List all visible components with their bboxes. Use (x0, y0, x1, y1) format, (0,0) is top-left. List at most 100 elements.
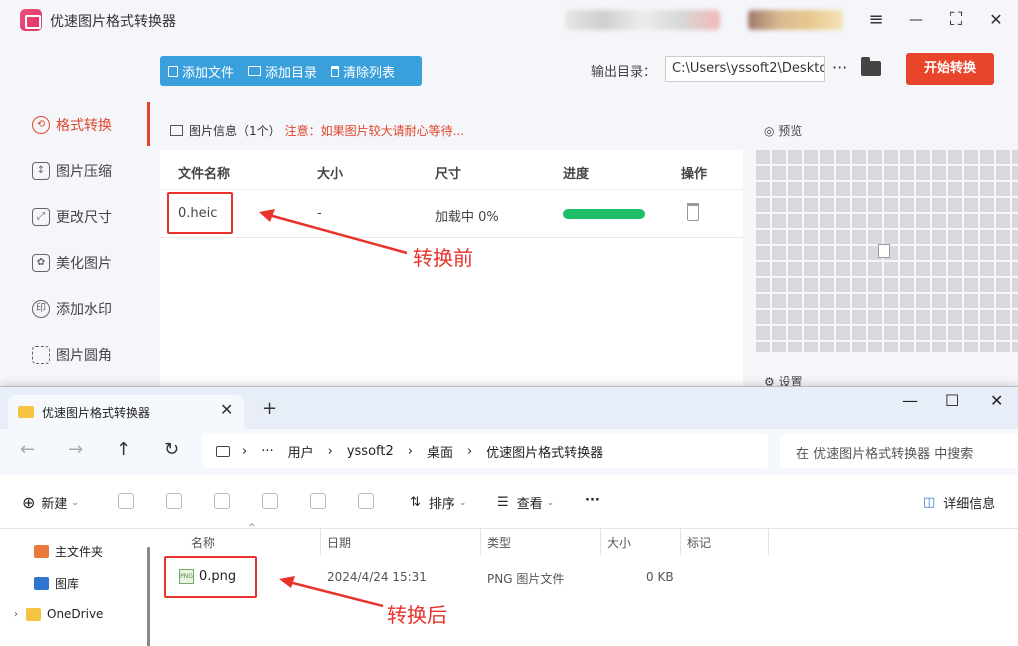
sidebar-item-label: 图片圆角 (56, 348, 112, 364)
sidebar-item-round-corner[interactable]: 图片圆角 (32, 343, 112, 367)
new-button[interactable]: ⊕ 新建 ⌄ (22, 493, 79, 512)
column-header-size[interactable]: 大小 (607, 534, 631, 551)
file-count: （1个） (237, 123, 281, 138)
close-tab-icon[interactable]: ✕ (220, 400, 233, 419)
column-divider[interactable] (600, 529, 601, 555)
breadcrumb-desktop[interactable]: 桌面 (427, 442, 453, 461)
table-row[interactable]: 0.heic - 加载中 0% (160, 190, 743, 238)
computer-icon (216, 445, 230, 457)
new-tab-button[interactable]: + (262, 398, 277, 419)
annotation-before: 转换前 (413, 246, 473, 270)
add-directory-label: 添加目录 (265, 65, 318, 81)
rename-icon[interactable] (262, 493, 278, 509)
image-icon (170, 124, 183, 136)
nav-pane-scrollbar[interactable] (147, 547, 150, 646)
view-button[interactable]: ☰ 查看 ⌄ (497, 493, 554, 512)
share-icon[interactable] (310, 493, 326, 509)
column-divider[interactable] (480, 529, 481, 555)
details-pane-icon: ◫ (923, 495, 936, 510)
maximize-button[interactable]: ⛶ (944, 8, 968, 32)
preview-title: ◎ 预览 (764, 124, 803, 138)
table-header: 文件名称 大小 尺寸 进度 操作 (160, 158, 743, 190)
sidebar-item-compress[interactable]: ↕ 图片压缩 (32, 159, 112, 183)
output-dir-input[interactable]: C:\Users\yssoft2\Deskto (665, 56, 825, 82)
column-header: 大小 (317, 167, 344, 182)
explorer-tab[interactable]: 优速图片格式转换器 ✕ (8, 395, 244, 429)
add-file-button[interactable]: 添加文件 (168, 62, 234, 81)
explorer-maximize-button[interactable]: ☐ (945, 391, 959, 410)
address-bar[interactable]: › ··· 用户 › yssoft2 › 桌面 › 优速图片格式转换器 (202, 434, 768, 468)
column-header-tags[interactable]: 标记 (687, 534, 711, 551)
column-header-type[interactable]: 类型 (487, 534, 511, 551)
preview-title-text: 预览 (778, 124, 803, 138)
explorer-close-button[interactable]: ✕ (990, 391, 1003, 410)
converter-app-window: 优速图片格式转换器 ≡ — ⛶ ✕ ⟲ 格式转换 ↕ 图片压缩 ⤢ 更改尺寸 ✿… (0, 0, 1018, 390)
up-arrow-icon[interactable]: ↑ (116, 439, 131, 460)
highlight-box-png (164, 556, 257, 598)
sidebar-item-watermark[interactable]: 印 添加水印 (32, 297, 112, 321)
plus-circle-icon: ⊕ (22, 493, 36, 512)
add-directory-button[interactable]: 添加目录 (248, 62, 317, 81)
sidebar-item-label: 更改尺寸 (56, 210, 112, 226)
breadcrumb-yssoft2[interactable]: yssoft2 (347, 444, 394, 459)
breadcrumb-separator: › (327, 443, 333, 459)
cut-icon[interactable] (118, 493, 134, 509)
column-divider[interactable] (680, 529, 681, 555)
copy-icon[interactable] (166, 493, 182, 509)
start-convert-button[interactable]: 开始转换 (906, 53, 994, 85)
file-type: PNG 图片文件 (487, 572, 565, 586)
breadcrumb-current-folder[interactable]: 优速图片格式转换器 (486, 442, 603, 461)
nav-item-home[interactable]: 主文件夹 (34, 543, 103, 560)
column-header-date[interactable]: 日期 (327, 534, 351, 551)
new-label: 新建 (41, 497, 68, 512)
delete-icon[interactable] (358, 493, 374, 509)
paste-icon[interactable] (214, 493, 230, 509)
explorer-command-bar: ⊕ 新建 ⌄ ⇅ 排序 ⌄ ☰ 查看 ⌄ ··· ◫ 详细信息 (0, 475, 1018, 529)
more-commands-button[interactable]: ··· (585, 493, 600, 508)
folder-outline-icon (248, 66, 262, 76)
sort-up-icon: ^ (248, 523, 256, 533)
search-input[interactable]: 在 优速图片格式转换器 中搜索 (780, 434, 1018, 468)
column-divider[interactable] (768, 529, 769, 555)
tab-title: 优速图片格式转换器 (42, 406, 151, 420)
blurred-user-info (565, 10, 720, 30)
arrow-after (279, 576, 384, 608)
breadcrumb-separator: › (407, 443, 413, 459)
sidebar-item-label: 美化图片 (56, 256, 112, 272)
sidebar-item-resize[interactable]: ⤢ 更改尺寸 (32, 205, 112, 229)
close-button[interactable]: ✕ (984, 8, 1008, 32)
minimize-button[interactable]: — (904, 8, 928, 32)
progress-bar (563, 209, 645, 219)
navigation-pane: 主文件夹 图库 › OneDrive (0, 529, 150, 646)
compress-icon: ↕ (32, 162, 50, 180)
sidebar-item-beautify[interactable]: ✿ 美化图片 (32, 251, 112, 275)
delete-icon[interactable] (687, 203, 699, 221)
format-convert-icon: ⟲ (32, 116, 50, 134)
breadcrumb-overflow[interactable]: ··· (261, 444, 273, 459)
column-divider[interactable] (320, 529, 321, 555)
details-button[interactable]: ◫ 详细信息 (923, 493, 995, 512)
title-bar: 优速图片格式转换器 ≡ — ⛶ ✕ (0, 0, 1018, 40)
menu-button[interactable]: ≡ (864, 8, 888, 32)
explorer-tab-bar: 优速图片格式转换器 ✕ + — ☐ ✕ (0, 387, 1018, 429)
folder-icon (18, 406, 34, 418)
expand-chevron-icon[interactable]: › (14, 609, 18, 620)
broken-image-icon (878, 244, 890, 258)
sort-button[interactable]: ⇅ 排序 ⌄ (410, 493, 466, 512)
nav-item-onedrive[interactable]: › OneDrive (14, 607, 103, 621)
column-header: 尺寸 (435, 167, 462, 182)
panel-header: 图片信息 （1个） 注意：如果图片较大请耐心等待... (160, 110, 743, 150)
breadcrumb-users[interactable]: 用户 (288, 442, 314, 461)
open-folder-icon[interactable] (861, 57, 881, 76)
back-arrow-icon[interactable]: ← (20, 439, 35, 460)
explorer-minimize-button[interactable]: — (902, 391, 918, 410)
forward-arrow-icon[interactable]: → (68, 439, 83, 460)
column-header-name[interactable]: 名称 (191, 534, 215, 551)
sidebar-item-format-convert[interactable]: ⟲ 格式转换 (32, 113, 112, 137)
nav-item-label: 主文件夹 (55, 545, 104, 559)
more-options-button[interactable]: ··· (832, 58, 847, 77)
nav-item-gallery[interactable]: 图库 (34, 575, 79, 592)
clear-list-button[interactable]: 清除列表 (331, 62, 395, 81)
sidebar-active-indicator (147, 102, 150, 146)
refresh-icon[interactable]: ↻ (164, 439, 179, 460)
